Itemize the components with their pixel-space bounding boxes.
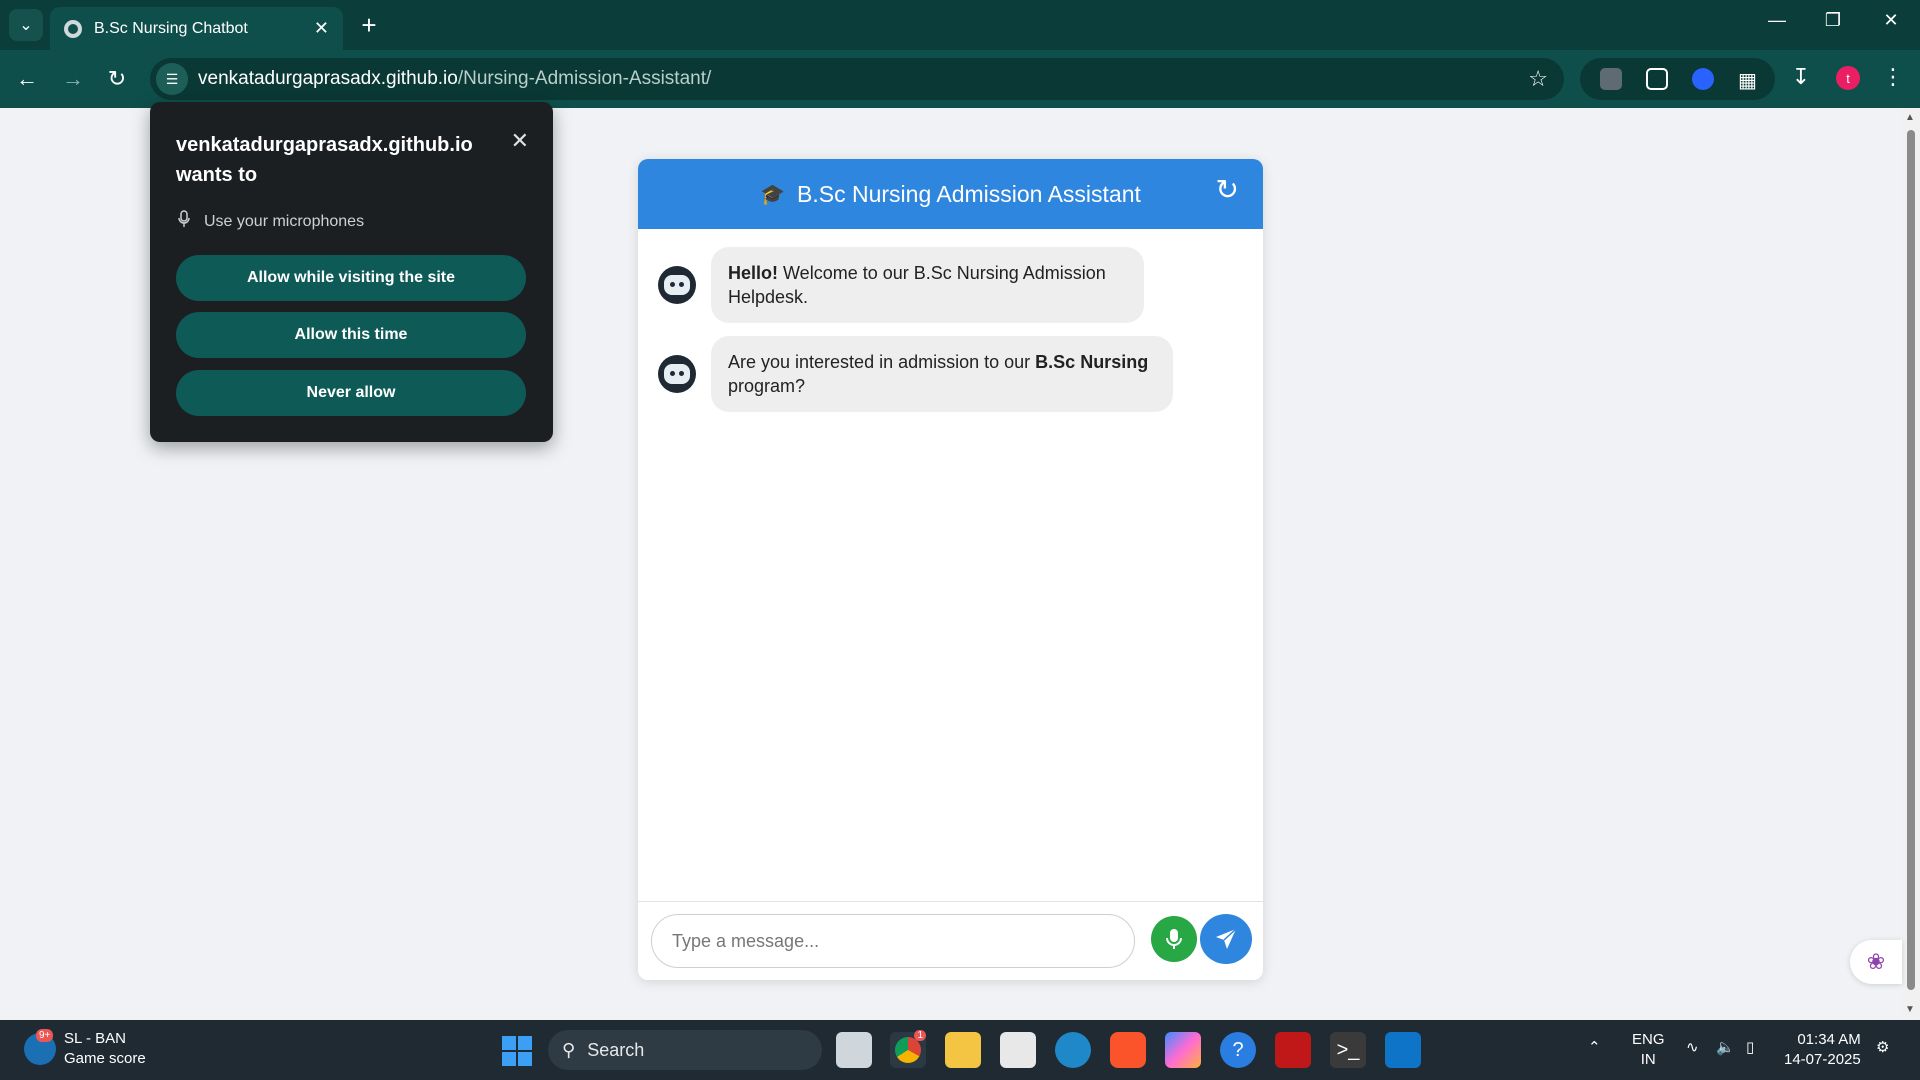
menu-kebab-icon[interactable]: ⋮ xyxy=(1878,64,1908,90)
message-list: Hello! Welcome to our B.Sc Nursing Admis… xyxy=(638,229,1263,901)
widget-title: SL - BAN xyxy=(64,1030,126,1047)
widget-badge: 9+ xyxy=(36,1029,54,1042)
task-view-icon[interactable] xyxy=(836,1032,872,1068)
chrome-taskbar-button[interactable]: 1 xyxy=(890,1030,926,1068)
extension-1-icon[interactable] xyxy=(1600,68,1622,90)
message-bubble: Are you interested in admission to our B… xyxy=(711,336,1173,412)
windows-taskbar: 9+ SL - BAN Game score ⚲ Search 1 ? >_ ⌃… xyxy=(0,1020,1920,1080)
extensions-puzzle-icon[interactable]: ▦ xyxy=(1738,68,1760,92)
chrome-badge: 1 xyxy=(914,1030,926,1041)
tab-title: B.Sc Nursing Chatbot xyxy=(94,19,248,37)
mcafee-icon[interactable] xyxy=(1275,1032,1311,1068)
refresh-icon[interactable]: ↻ xyxy=(1216,173,1239,206)
chat-title: B.Sc Nursing Admission Assistant xyxy=(797,180,1141,207)
volume-icon[interactable]: 🔈 xyxy=(1716,1038,1735,1058)
wifi-icon[interactable]: ∿ xyxy=(1686,1038,1699,1058)
globe-icon xyxy=(64,19,82,38)
chevron-down-icon: ⌄ xyxy=(19,17,33,34)
battery-icon[interactable]: ▯ xyxy=(1746,1038,1754,1058)
send-button[interactable] xyxy=(1200,914,1252,964)
profile-avatar[interactable]: t xyxy=(1836,66,1860,90)
taskbar-search[interactable]: ⚲ Search xyxy=(548,1030,822,1070)
page-scrollbar[interactable]: ▲ ▼ xyxy=(1902,108,1920,1020)
download-icon[interactable]: ↧ xyxy=(1786,64,1816,90)
forward-button[interactable]: → xyxy=(58,64,88,94)
notifications-icon[interactable]: ⚙ xyxy=(1876,1038,1889,1058)
new-tab-button[interactable]: + xyxy=(354,10,384,40)
scroll-thumb[interactable] xyxy=(1907,130,1915,990)
chatbot-window: 🎓 B.Sc Nursing Admission Assistant ↻ Hel… xyxy=(638,159,1263,980)
show-hidden-icons-chevron-icon[interactable]: ⌃ xyxy=(1588,1038,1601,1058)
restore-button[interactable]: ❐ xyxy=(1818,10,1848,31)
extension-record-icon[interactable] xyxy=(1692,68,1714,90)
extension-cast-icon[interactable] xyxy=(1646,68,1668,90)
scroll-down-icon[interactable]: ▼ xyxy=(1905,1004,1915,1015)
file-explorer-icon[interactable] xyxy=(945,1032,981,1068)
tab-bsc-nursing-chatbot[interactable]: B.Sc Nursing Chatbot ✕ xyxy=(50,7,343,50)
brave-icon[interactable] xyxy=(1110,1032,1146,1068)
widget-subtitle: Game score xyxy=(64,1050,146,1067)
microphone-permission-popup: venkatadurgaprasadx.github.io wants to ✕… xyxy=(150,102,553,442)
message-bubble: Hello! Welcome to our B.Sc Nursing Admis… xyxy=(711,247,1144,323)
cricket-widget-icon: 9+ xyxy=(24,1029,56,1065)
scroll-up-icon[interactable]: ▲ xyxy=(1905,112,1915,123)
close-tab-icon[interactable]: ✕ xyxy=(314,18,329,39)
url-text: venkatadurgaprasadx.github.io/Nursing-Ad… xyxy=(198,68,712,89)
help-icon[interactable]: ? xyxy=(1220,1032,1256,1068)
chat-header: 🎓 B.Sc Nursing Admission Assistant ↻ xyxy=(638,159,1263,229)
bookmark-star-icon[interactable]: ☆ xyxy=(1528,66,1548,92)
close-icon[interactable]: ✕ xyxy=(511,128,529,154)
tab-strip: ⌄ B.Sc Nursing Chatbot ✕ + — ❐ ✕ xyxy=(0,0,1920,50)
message-input[interactable] xyxy=(651,914,1135,968)
bot-avatar-icon xyxy=(658,355,696,393)
close-window-button[interactable]: ✕ xyxy=(1876,10,1906,31)
browser-toolbar: ← → ↻ ☰ venkatadurgaprasadx.github.io/Nu… xyxy=(0,50,1920,108)
widgets-button[interactable]: 9+ SL - BAN Game score xyxy=(24,1029,146,1069)
system-clock[interactable]: 01:34 AM 14-07-2025 xyxy=(1784,1030,1861,1070)
bot-message: Hello! Welcome to our B.Sc Nursing Admis… xyxy=(658,247,1144,323)
graduation-cap-icon: 🎓 xyxy=(760,183,786,206)
allow-while-visiting-button[interactable]: Allow while visiting the site xyxy=(176,255,526,301)
assistant-brain-icon[interactable]: ❀ xyxy=(1850,940,1902,984)
tab-search-button[interactable]: ⌄ xyxy=(9,9,43,41)
search-label: Search xyxy=(587,1039,645,1060)
permission-title: venkatadurgaprasadx.github.io wants to xyxy=(176,134,473,186)
bot-message: Are you interested in admission to our B… xyxy=(658,336,1173,412)
microsoft-store-icon[interactable] xyxy=(1000,1032,1036,1068)
allow-this-time-button[interactable]: Allow this time xyxy=(176,312,526,358)
microphone-icon xyxy=(1166,929,1182,949)
extensions-group: ▦ xyxy=(1580,58,1775,100)
microphone-icon xyxy=(176,210,192,233)
reload-button[interactable]: ↻ xyxy=(102,64,132,94)
copilot-icon[interactable] xyxy=(1165,1032,1201,1068)
chat-input-bar xyxy=(638,901,1263,980)
paper-plane-icon xyxy=(1216,928,1237,949)
minimize-button[interactable]: — xyxy=(1762,10,1792,31)
permission-item: Use your microphones xyxy=(176,210,364,233)
start-windows-icon[interactable] xyxy=(502,1036,532,1066)
back-button[interactable]: ← xyxy=(12,64,42,94)
microphone-button[interactable] xyxy=(1151,916,1197,962)
language-indicator[interactable]: ENG IN xyxy=(1632,1030,1665,1070)
edge-icon[interactable] xyxy=(1055,1032,1091,1068)
site-info-icon[interactable]: ☰ xyxy=(156,63,188,95)
never-allow-button[interactable]: Never allow xyxy=(176,370,526,416)
vscode-icon[interactable] xyxy=(1385,1032,1421,1068)
address-bar[interactable]: ☰ venkatadurgaprasadx.github.io/Nursing-… xyxy=(150,58,1564,100)
search-icon: ⚲ xyxy=(562,1039,576,1060)
terminal-icon[interactable]: >_ xyxy=(1330,1032,1366,1068)
bot-avatar-icon xyxy=(658,266,696,304)
